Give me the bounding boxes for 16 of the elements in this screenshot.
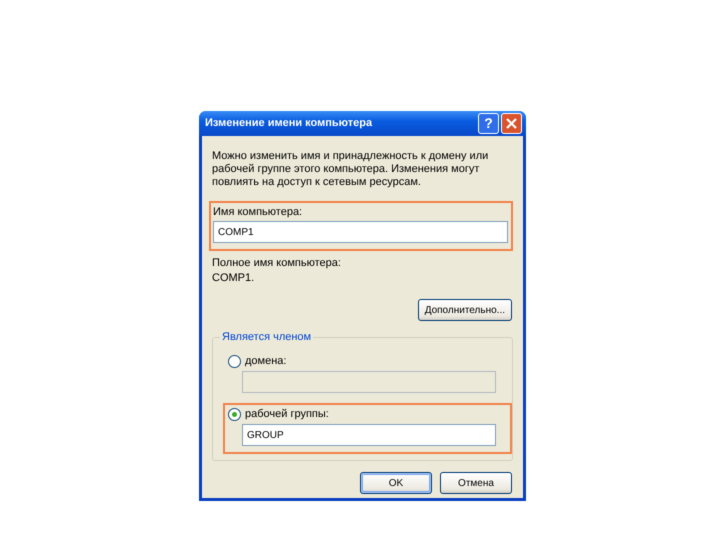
workgroup-field[interactable]: GROUP [242,424,496,446]
help-button[interactable]: ? [478,113,499,134]
dialog-button[interactable]: Отмена [440,472,512,494]
computer-name-field[interactable]: COMP1 [213,221,508,243]
close-icon [506,118,517,129]
dialog-button[interactable]: OK [360,472,432,494]
full-name-text: COMP1. [212,272,256,285]
more-button[interactable]: Дополнительно... [418,299,512,321]
radio-label: рабочей группы: [245,408,329,421]
window-title: Изменение имени компьютера [205,116,374,132]
field-label: Полное имя компьютера: [212,257,342,270]
radio-button[interactable] [228,408,241,421]
close-button[interactable] [501,113,522,134]
radio-label: домена: [245,355,286,368]
field-label: Имя компьютера: [213,206,304,219]
description-text: Можно изменить имя и принадлежность к домену или рабочей группе этого компьютера. Изменения могут повлиять на доступ к сетевым ресурсам. [212,150,490,189]
